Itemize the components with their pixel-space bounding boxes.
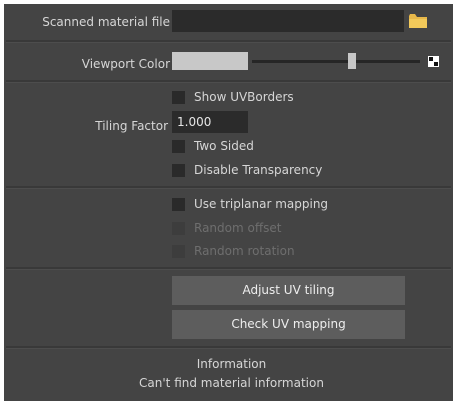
scanned-material-field[interactable]	[172, 10, 404, 32]
checkerboard-icon[interactable]	[428, 56, 439, 67]
section-divider	[6, 267, 451, 270]
section-divider	[6, 346, 451, 349]
use-triplanar-checkbox[interactable]	[172, 198, 185, 211]
show-uv-borders-checkbox[interactable]	[172, 91, 185, 104]
material-settings-panel: Scanned material file Viewport Color Sho…	[4, 4, 453, 401]
random-offset-checkbox	[172, 222, 185, 235]
section-divider	[6, 40, 451, 43]
viewport-color-slider-track[interactable]	[252, 60, 420, 63]
tiling-factor-value: 1.000	[177, 115, 212, 129]
two-sided-checkbox[interactable]	[172, 140, 185, 153]
information-title: Information	[196, 357, 267, 371]
viewport-color-label: Viewport Color	[81, 57, 170, 71]
tiling-factor-label: Tiling Factor	[95, 119, 168, 133]
information-message: Can't find material information	[139, 376, 324, 390]
random-offset-label: Random offset	[194, 221, 282, 235]
viewport-color-slider-handle[interactable]	[348, 53, 356, 69]
section-divider	[6, 80, 451, 83]
two-sided-label: Two Sided	[194, 139, 254, 153]
viewport-color-swatch[interactable]	[172, 52, 248, 70]
tiling-factor-input[interactable]: 1.000	[172, 111, 248, 133]
adjust-uv-tiling-button[interactable]: Adjust UV tiling	[172, 276, 405, 305]
folder-icon[interactable]	[409, 14, 427, 28]
scanned-material-label: Scanned material file	[42, 15, 170, 29]
random-rotation-checkbox	[172, 245, 185, 258]
disable-transparency-checkbox[interactable]	[172, 164, 185, 177]
section-divider	[6, 186, 451, 189]
disable-transparency-label: Disable Transparency	[194, 163, 323, 177]
use-triplanar-label: Use triplanar mapping	[194, 197, 329, 211]
check-uv-mapping-button[interactable]: Check UV mapping	[172, 310, 405, 339]
show-uv-borders-label: Show UVBorders	[194, 90, 294, 104]
random-rotation-label: Random rotation	[194, 244, 295, 258]
